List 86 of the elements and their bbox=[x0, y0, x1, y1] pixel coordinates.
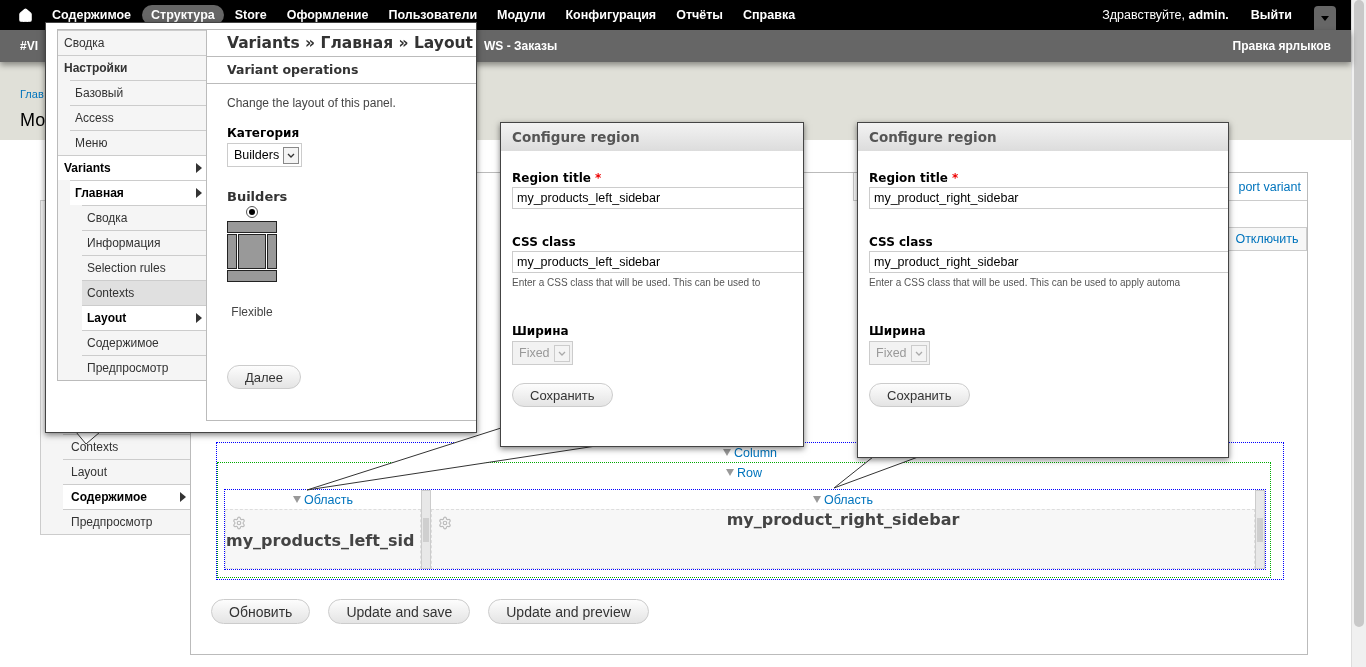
region-title: my_product_right_sidebar bbox=[725, 510, 961, 529]
text-field[interactable]: my_product_right_sidebar bbox=[869, 187, 1228, 209]
triangle-down-icon bbox=[722, 449, 731, 456]
wizard-nav-item[interactable]: Настройки bbox=[58, 55, 206, 80]
breadcrumb-link[interactable]: Глав bbox=[20, 88, 44, 100]
caret-icon bbox=[1321, 15, 1329, 21]
greeting-text: Здравствуйте, admin. bbox=[1102, 8, 1229, 22]
arrow-icon bbox=[196, 313, 202, 323]
vertical-tab[interactable]: Предпросмотр bbox=[63, 509, 190, 534]
wizard-nav-item[interactable]: Сводка bbox=[82, 205, 206, 230]
help-text: Enter a CSS class that will be used. This can be used to bbox=[512, 277, 761, 288]
form-button[interactable]: Обновить bbox=[211, 599, 311, 624]
wizard-nav-item[interactable]: Contexts bbox=[82, 280, 206, 305]
shortcut-link[interactable]: #VI bbox=[20, 39, 38, 53]
wizard-nav-item[interactable]: Содержимое bbox=[82, 330, 206, 355]
field-label: CSS class bbox=[512, 235, 576, 249]
arrow-icon bbox=[196, 188, 202, 198]
scrollbar[interactable] bbox=[1351, 0, 1366, 667]
wizard-nav-item[interactable]: Сводка bbox=[58, 30, 206, 55]
toolbar-menu-item[interactable]: Содержимое bbox=[43, 5, 141, 25]
row-toggle[interactable]: Row bbox=[218, 463, 1270, 482]
vertical-tab[interactable]: Содержимое bbox=[63, 484, 190, 509]
form-button[interactable]: Update and save bbox=[328, 599, 471, 624]
disable-button[interactable]: Отключить bbox=[1227, 227, 1307, 251]
field-label: Категория bbox=[227, 126, 300, 140]
wizard-nav-item[interactable]: Layout bbox=[82, 305, 206, 330]
field-label: Ширина bbox=[869, 324, 926, 338]
toolbar-menu-item[interactable]: Пользователи bbox=[379, 5, 487, 25]
description-text: Change the layout of this panel. bbox=[227, 96, 396, 110]
wizard-nav-item[interactable]: Базовый bbox=[70, 80, 206, 105]
chevron-down-icon bbox=[910, 344, 927, 362]
save-button[interactable]: Сохранить bbox=[869, 383, 970, 407]
toolbar-menu-item[interactable]: Справка bbox=[734, 5, 805, 25]
grip-icon bbox=[1257, 517, 1263, 542]
field-label: Region title * bbox=[512, 171, 602, 185]
chevron-down-icon bbox=[283, 146, 300, 164]
toolbar-menu-item[interactable]: Конфигурация bbox=[556, 5, 666, 25]
arrow-icon bbox=[196, 163, 202, 173]
gear-icon[interactable] bbox=[232, 516, 246, 530]
arrow-icon bbox=[180, 492, 186, 502]
region-title: my_products_left_sid bbox=[226, 531, 416, 550]
resize-handle[interactable] bbox=[1255, 490, 1265, 569]
triangle-down-icon bbox=[292, 496, 301, 503]
resize-handle[interactable] bbox=[421, 490, 431, 569]
toolbar-menu-item[interactable]: Оформление bbox=[277, 5, 378, 25]
group-title: Builders bbox=[227, 189, 288, 204]
help-text: Enter a CSS class that will be used. This can be used to apply automa bbox=[869, 277, 1181, 288]
field-label: Region title * bbox=[869, 171, 959, 185]
form-button[interactable]: Update and preview bbox=[488, 599, 649, 624]
gear-icon[interactable] bbox=[438, 516, 452, 530]
save-button[interactable]: Сохранить bbox=[512, 383, 613, 407]
layout-radio[interactable] bbox=[246, 206, 258, 218]
text-field[interactable]: my_products_left_sidebar bbox=[512, 187, 803, 209]
toolbar-menu-item[interactable]: Отчёты bbox=[667, 5, 733, 25]
section-title: Variant operations bbox=[207, 57, 476, 84]
dialog-title: Configure region bbox=[501, 123, 803, 151]
region-toggle[interactable]: Область bbox=[225, 490, 421, 509]
region-toggle[interactable]: Область bbox=[431, 490, 1255, 509]
edit-shortcuts-link[interactable]: Правка ярлыков bbox=[1232, 39, 1331, 53]
wizard-nav-item[interactable]: Предпросмотр bbox=[82, 355, 206, 380]
toolbar-menu-item[interactable]: Модули bbox=[488, 5, 555, 25]
layout-thumbnail-drawing bbox=[227, 221, 277, 283]
wizard-nav-item[interactable]: Variants bbox=[58, 155, 206, 180]
chevron-down-icon bbox=[553, 344, 570, 362]
text-field[interactable]: my_products_left_sidebar bbox=[512, 251, 803, 273]
category-select[interactable]: Builders bbox=[227, 143, 303, 167]
toolbar-menu-item[interactable]: Store bbox=[225, 5, 276, 25]
toolbar-menu-item[interactable]: Структура bbox=[142, 5, 224, 25]
field-label: Ширина bbox=[512, 324, 569, 338]
triangle-down-icon bbox=[812, 496, 821, 503]
triangle-down-icon bbox=[726, 469, 734, 476]
home-icon[interactable] bbox=[18, 7, 33, 23]
wizard-nav-item[interactable]: Главная bbox=[70, 180, 206, 205]
shortcuts-toggle[interactable] bbox=[1314, 6, 1336, 30]
wizard-nav-item[interactable]: Информация bbox=[82, 230, 206, 255]
shortcut-link[interactable]: WS - Заказы bbox=[484, 39, 558, 53]
field-label: CSS class bbox=[869, 235, 933, 249]
wizard-nav-item[interactable]: Access bbox=[70, 105, 206, 130]
layout-label: Flexible bbox=[231, 305, 273, 319]
logout-link[interactable]: Выйти bbox=[1250, 8, 1292, 22]
wizard-breadcrumb: Variants » Главная » Layout bbox=[207, 29, 476, 57]
page-title: Мо bbox=[20, 110, 46, 131]
next-button[interactable]: Далее bbox=[227, 365, 302, 389]
grip-icon bbox=[423, 517, 429, 542]
dialog-title: Configure region bbox=[858, 123, 1228, 151]
text-field[interactable]: my_product_right_sidebar bbox=[869, 251, 1228, 273]
